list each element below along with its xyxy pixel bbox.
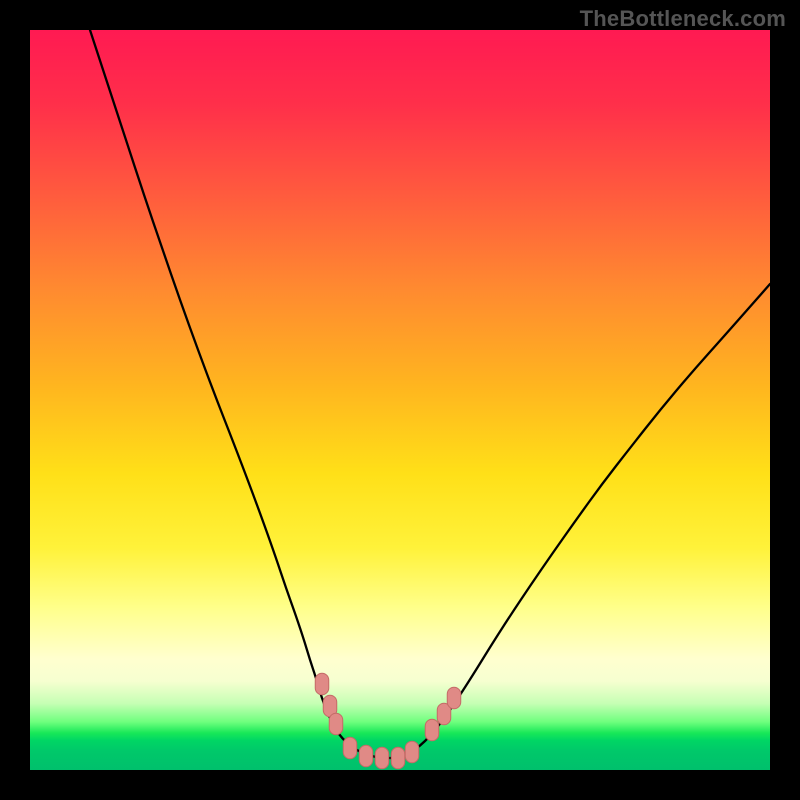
highlight-marker	[315, 673, 329, 695]
highlight-marker	[425, 719, 439, 741]
highlight-marker	[391, 747, 405, 769]
highlight-marker	[375, 747, 389, 769]
highlight-marker	[447, 687, 461, 709]
highlight-marker	[405, 741, 419, 763]
curve-left-branch	[90, 30, 394, 758]
highlight-marker	[329, 713, 343, 735]
curve-group	[90, 30, 770, 758]
chart-svg	[30, 30, 770, 770]
plot-area	[30, 30, 770, 770]
highlight-markers-group	[315, 673, 461, 769]
highlight-marker	[343, 737, 357, 759]
highlight-marker	[359, 745, 373, 767]
curve-right-branch	[394, 284, 770, 758]
outer-frame: TheBottleneck.com	[0, 0, 800, 800]
watermark-text: TheBottleneck.com	[580, 6, 786, 32]
